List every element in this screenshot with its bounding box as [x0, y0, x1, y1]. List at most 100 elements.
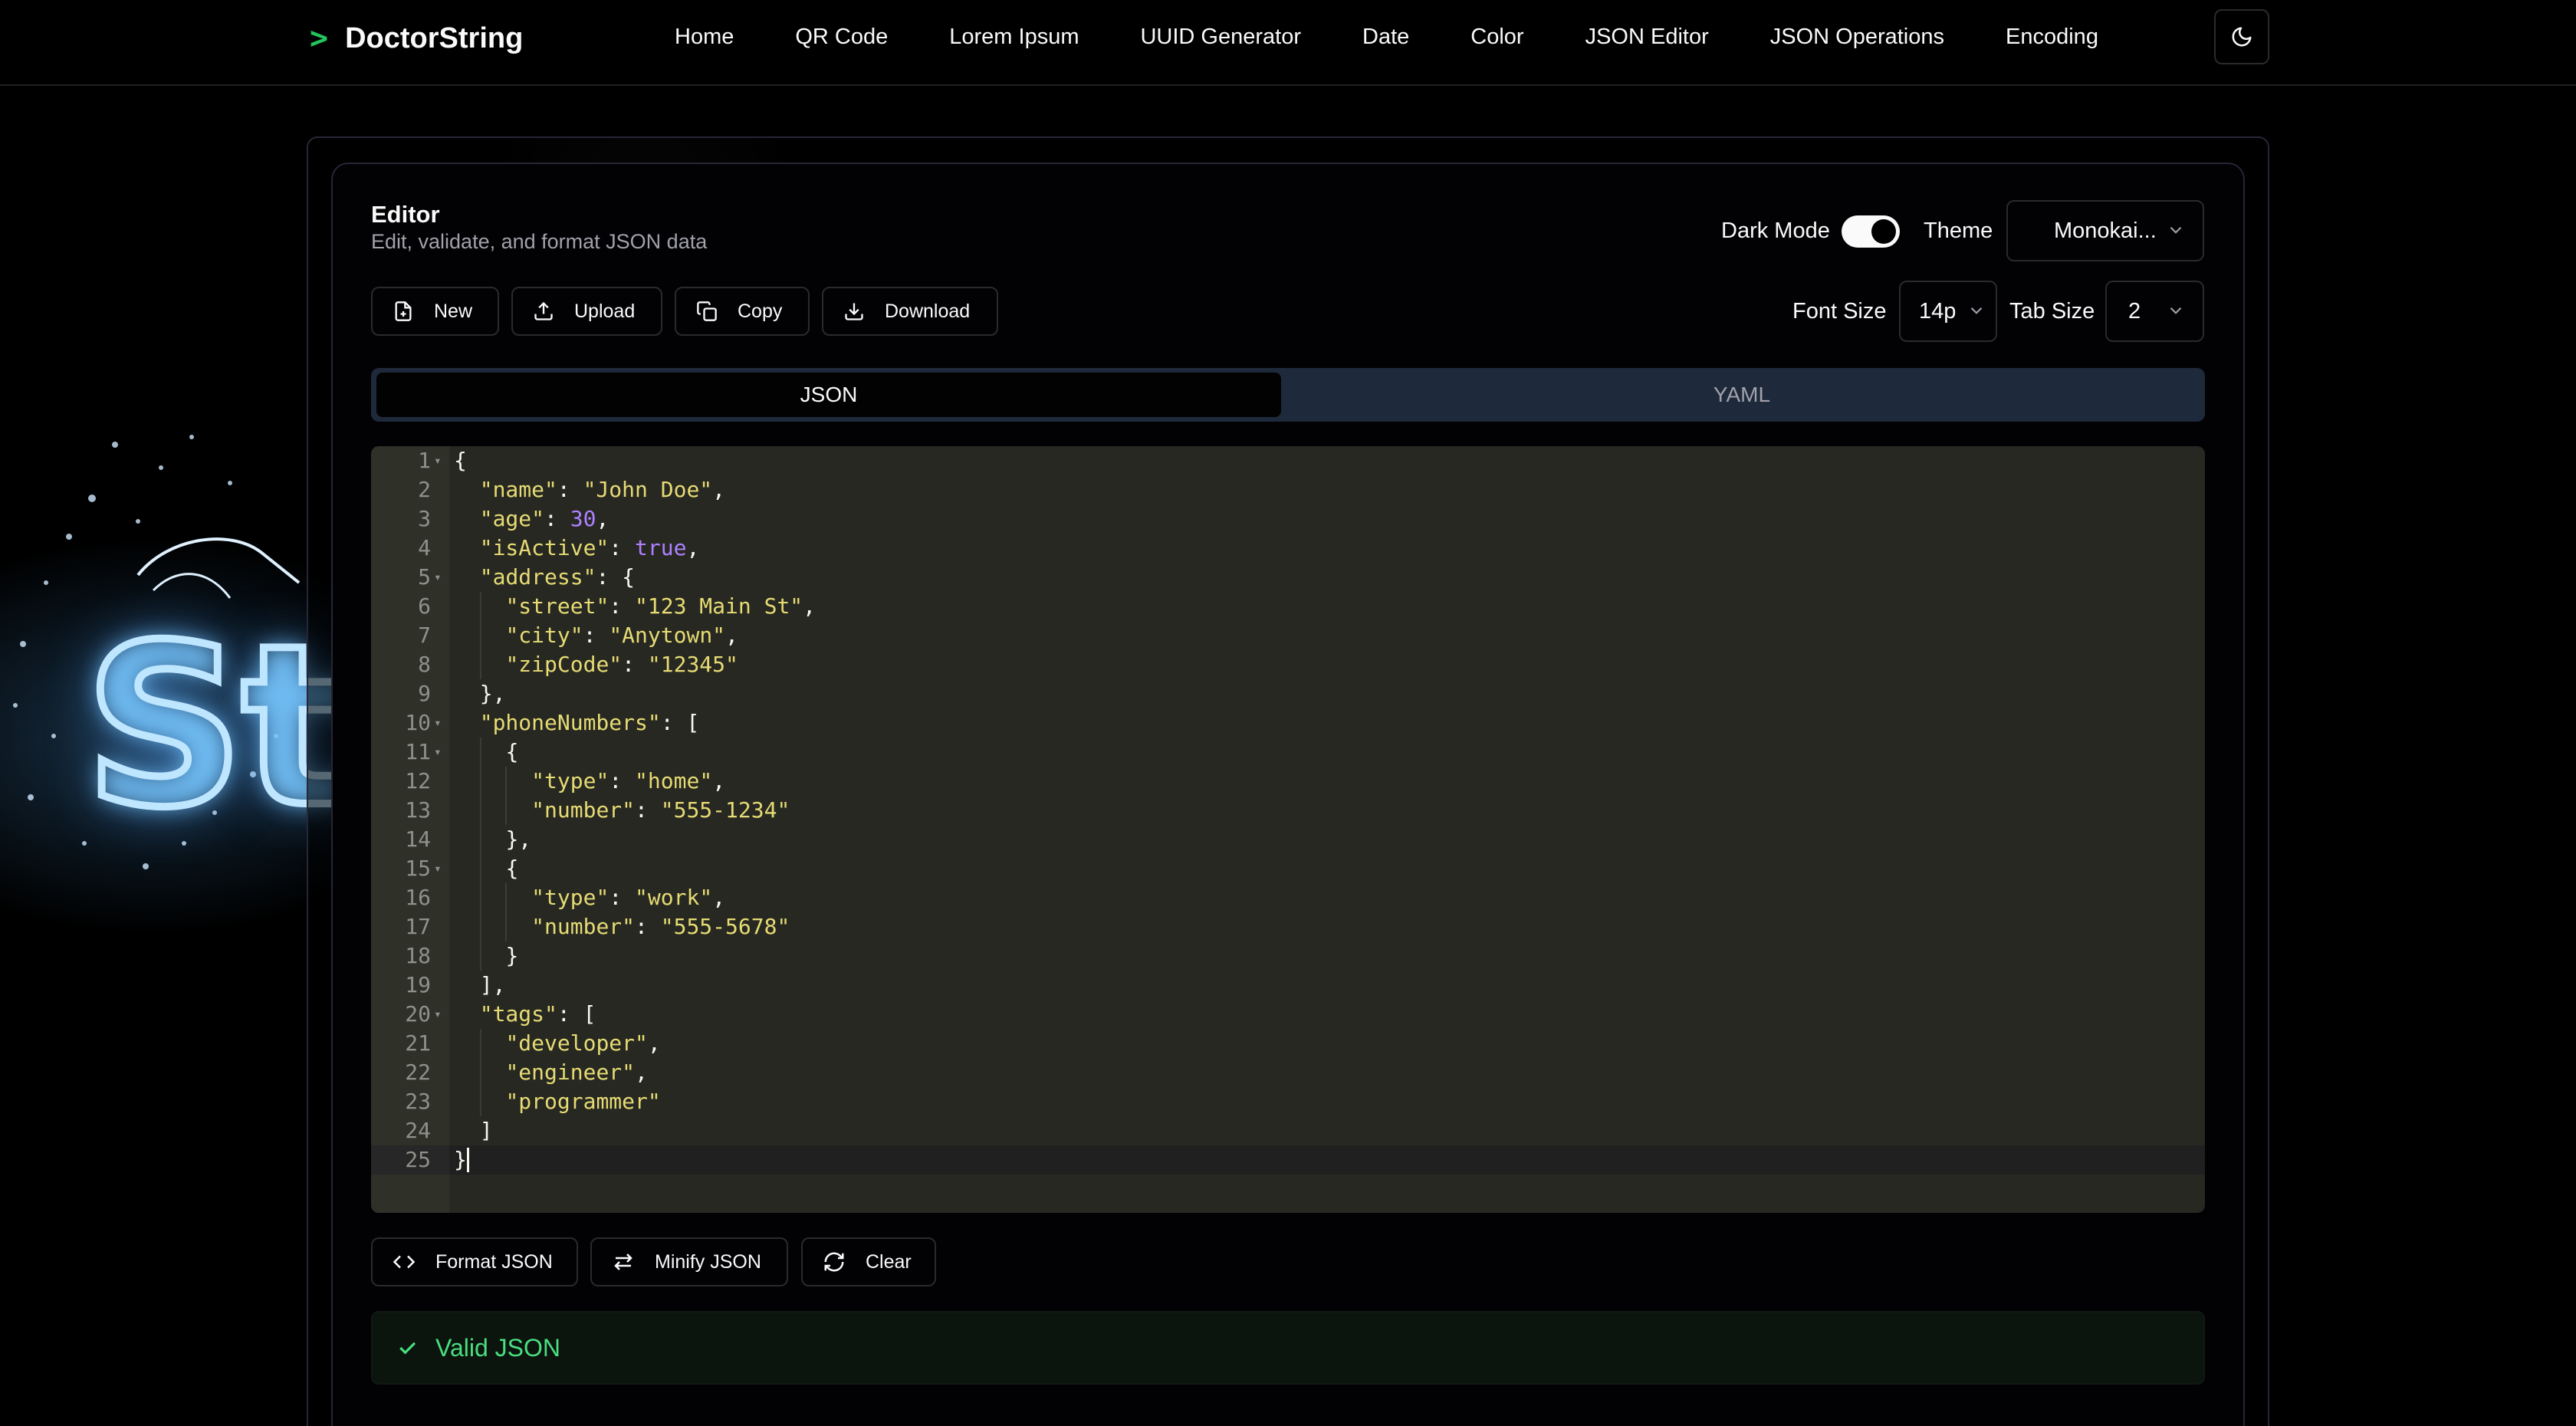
- line-number: 18: [405, 943, 431, 968]
- code-icon: [393, 1255, 416, 1269]
- theme-select[interactable]: Monokai...: [2006, 200, 2204, 261]
- line-number: 7: [418, 623, 431, 648]
- line-number: 3: [418, 506, 431, 531]
- indent-guide: [505, 912, 508, 941]
- code-text: "city": "Anytown",: [505, 623, 738, 648]
- upload-button[interactable]: Upload: [511, 287, 662, 336]
- code-text: "zipCode": "12345": [505, 652, 738, 677]
- line-number: 24: [405, 1118, 431, 1143]
- code-text: {: [454, 448, 467, 473]
- indent-guide: [479, 883, 481, 912]
- tab-size-label: Tab Size: [2009, 299, 2095, 324]
- clear-button[interactable]: Clear: [801, 1237, 936, 1286]
- indent-guide: [479, 650, 481, 679]
- format-json-button[interactable]: Format JSON: [371, 1237, 578, 1286]
- nav-uuid-generator[interactable]: UUID Generator: [1109, 21, 1332, 52]
- code-text: "number": "555-5678": [531, 914, 790, 939]
- indent-guide: [479, 796, 481, 825]
- indent-guide: [479, 767, 481, 796]
- line-number: 4: [418, 535, 431, 560]
- fold-caret-icon[interactable]: ▾: [434, 708, 442, 738]
- nav-encoding[interactable]: Encoding: [1975, 21, 2129, 52]
- new-button[interactable]: New: [371, 287, 499, 336]
- line-number: 16: [405, 885, 431, 910]
- line-number: 17: [405, 914, 431, 939]
- swap-arrows-icon: [614, 1254, 632, 1270]
- format-json-label: Format JSON: [435, 1250, 553, 1273]
- nav-date[interactable]: Date: [1332, 21, 1440, 52]
- indent-guide: [505, 767, 508, 796]
- code-text: {: [505, 856, 519, 881]
- download-button[interactable]: Download: [822, 287, 998, 336]
- tab-size-value: 2: [2128, 298, 2141, 324]
- brand-logo[interactable]: > DoctorString: [310, 17, 523, 60]
- code-text: ],: [479, 972, 506, 997]
- fold-caret-icon[interactable]: ▾: [434, 1000, 442, 1029]
- code-editor[interactable]: 1 ▾{2 "name": "John Doe", 3 "age": 30, 4 "i…: [371, 446, 2205, 1213]
- line-number: 25: [405, 1147, 431, 1172]
- line-number: 11: [405, 739, 431, 764]
- code-text: "number": "555-1234": [531, 797, 790, 823]
- line-number: 22: [405, 1060, 431, 1085]
- indent-guide: [479, 621, 481, 650]
- fold-caret-icon[interactable]: ▾: [434, 563, 442, 592]
- fold-caret-icon[interactable]: ▾: [434, 738, 442, 767]
- indent-guide: [479, 1058, 481, 1087]
- line-number: 20: [405, 1001, 431, 1027]
- minify-json-button[interactable]: Minify JSON: [590, 1237, 788, 1286]
- theme-select-value: Monokai...: [2054, 218, 2157, 243]
- nav-home[interactable]: Home: [675, 21, 764, 52]
- indent-guide: [479, 941, 481, 971]
- font-size-value: 14p: [1919, 298, 1957, 324]
- line-number: 9: [418, 681, 431, 706]
- indent-guide: [505, 796, 508, 825]
- copy-button[interactable]: Copy: [675, 287, 810, 336]
- dark-mode-label: Dark Mode: [1721, 219, 1830, 243]
- nav-json-operations[interactable]: JSON Operations: [1740, 21, 1975, 52]
- chevron-down-icon: [2170, 226, 2182, 234]
- code-text: "programmer": [505, 1089, 661, 1114]
- code-text: "engineer",: [505, 1060, 648, 1085]
- line-number: 1: [418, 448, 431, 473]
- dark-mode-switch[interactable]: [1842, 215, 1900, 248]
- copy-button-label: Copy: [738, 300, 783, 322]
- line-number: 6: [418, 593, 431, 619]
- editor-subtitle: Edit, validate, and format JSON data: [371, 230, 708, 253]
- code-text: ]: [479, 1118, 493, 1143]
- fold-caret-icon[interactable]: ▾: [434, 446, 442, 475]
- code-text: },: [479, 681, 506, 706]
- code-text: "address": {: [479, 564, 636, 590]
- indent-guide: [479, 854, 481, 883]
- code-text: "type": "work",: [531, 885, 726, 910]
- font-size-label: Font Size: [1792, 299, 1887, 324]
- chevron-down-icon: [2170, 307, 2182, 314]
- tab-size-select[interactable]: 2: [2105, 281, 2204, 342]
- code-text: "name": "John Doe",: [479, 477, 726, 502]
- nav-qr-code[interactable]: QR Code: [764, 21, 918, 52]
- download-button-label: Download: [885, 300, 971, 322]
- tab-yaml[interactable]: YAML: [1283, 373, 2200, 417]
- nav-json-editor[interactable]: JSON Editor: [1555, 21, 1740, 52]
- validation-status: Valid JSON: [371, 1311, 2205, 1385]
- text-cursor: [466, 1148, 469, 1172]
- copy-icon: [697, 301, 717, 321]
- nav-color[interactable]: Color: [1440, 21, 1554, 52]
- main-nav: Home QR Code Lorem Ipsum UUID Generator …: [675, 21, 2129, 52]
- indent-guide: [479, 738, 481, 767]
- editor-title: Editor: [371, 201, 440, 228]
- tab-json[interactable]: JSON: [376, 373, 1281, 417]
- download-icon: [845, 303, 863, 320]
- line-number: 2: [418, 477, 431, 502]
- indent-guide: [479, 912, 481, 941]
- moon-icon: [2232, 27, 2252, 47]
- fold-caret-icon[interactable]: ▾: [434, 854, 442, 883]
- upload-button-label: Upload: [574, 300, 636, 322]
- line-number: 5: [418, 564, 431, 590]
- theme-toggle-button[interactable]: [2214, 9, 2269, 64]
- top-navbar: > DoctorString Home QR Code Lorem Ipsum …: [0, 0, 2576, 86]
- line-number: 12: [405, 768, 431, 794]
- nav-lorem-ipsum[interactable]: Lorem Ipsum: [918, 21, 1109, 52]
- indent-guide: [479, 825, 481, 854]
- font-size-select[interactable]: 14p: [1899, 281, 1997, 342]
- new-button-label: New: [434, 300, 473, 322]
